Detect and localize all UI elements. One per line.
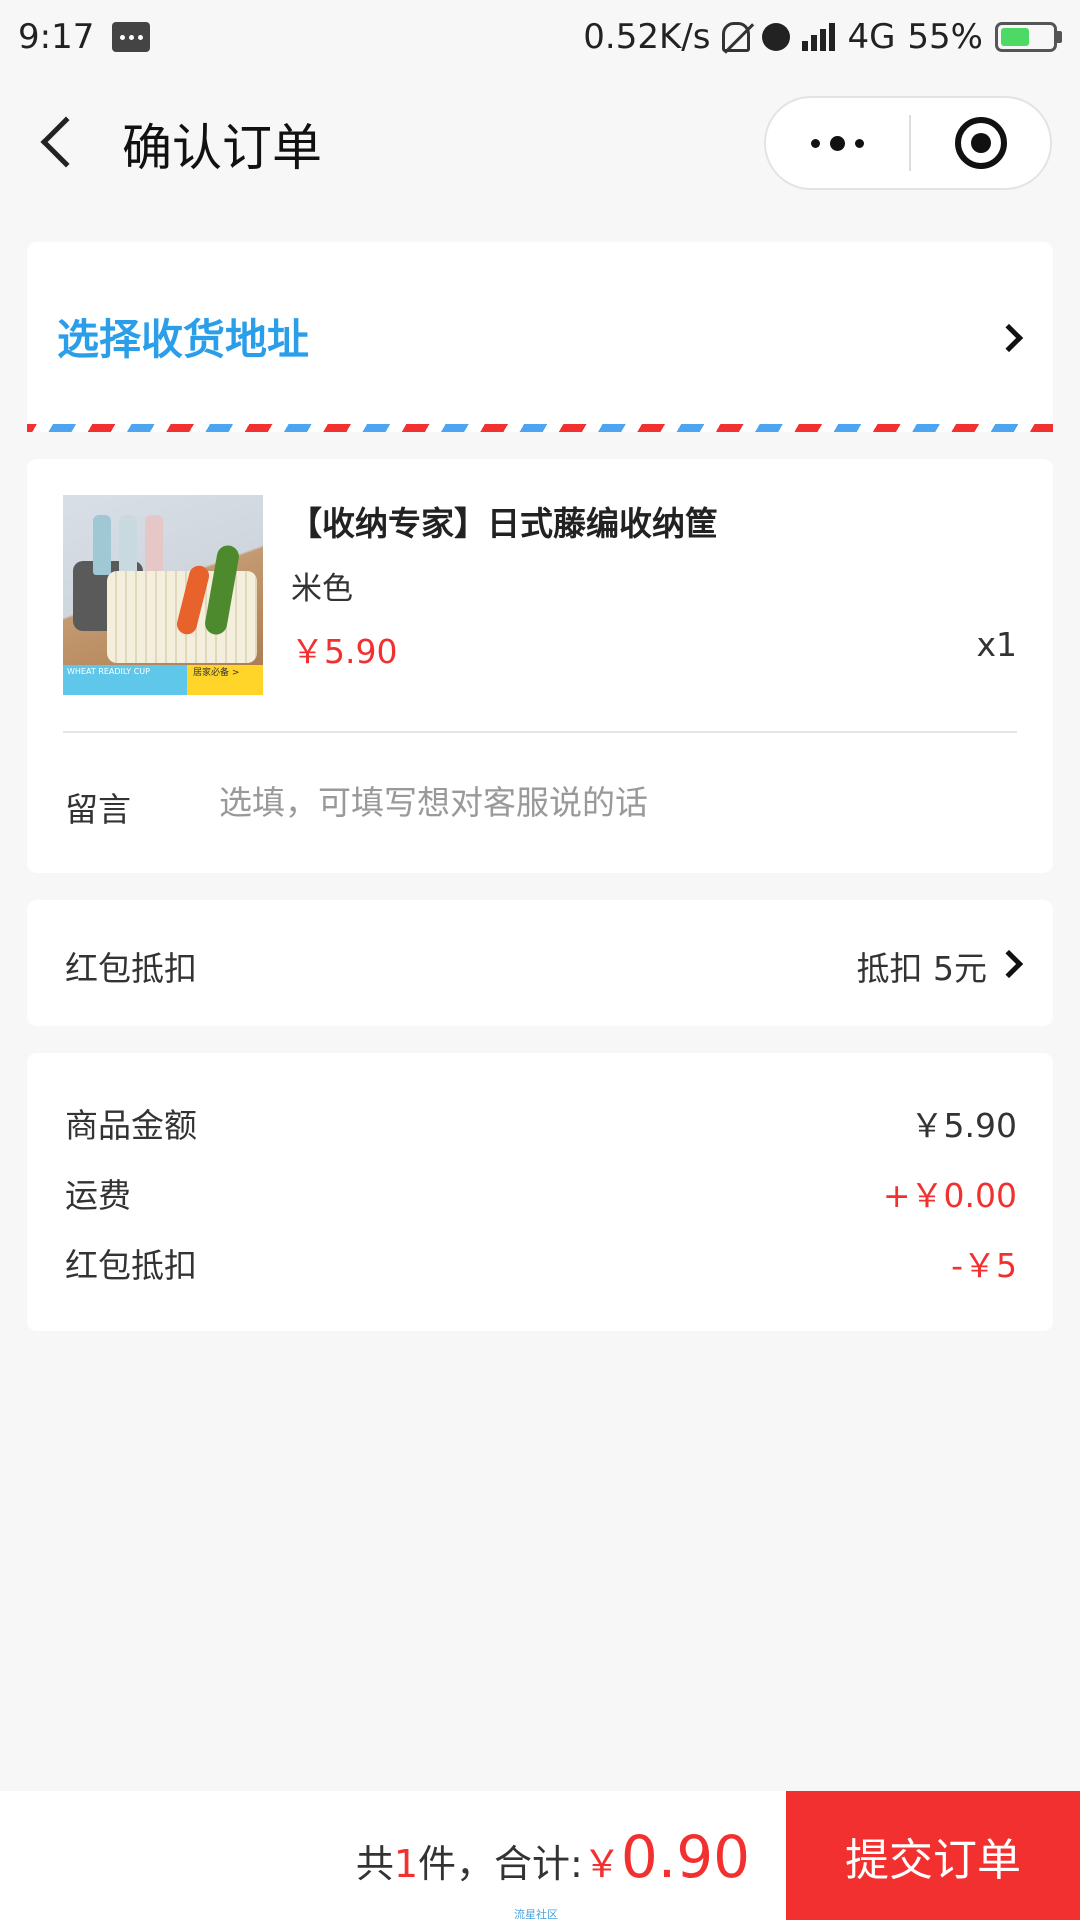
goods-card: WHEAT READILY CUP 居家必备 > 【收纳专家】日式藤编收纳筐 米… — [27, 459, 1053, 873]
message-icon — [112, 22, 151, 52]
signal-icon — [802, 23, 836, 51]
close-button[interactable] — [911, 117, 1050, 169]
total-amount: 0.90 — [620, 1823, 750, 1891]
summary-value: ￥5.90 — [910, 1106, 1017, 1145]
count-suffix: 件，合计: — [418, 1842, 583, 1886]
summary-row-coupon: 红包抵扣 -￥5 — [65, 1239, 1017, 1285]
nav-bar: 确认订单 — [0, 74, 1080, 214]
price-summary-card: 商品金额 ￥5.90 运费 +￥0.00 红包抵扣 -￥5 — [27, 1053, 1053, 1331]
checkout-bar: 共 1 件，合计: ￥ 0.90 提交订单 — [0, 1791, 1080, 1920]
watermark: 流星社区 — [514, 1908, 558, 1920]
summary-row-shipping: 运费 +￥0.00 — [65, 1169, 1017, 1215]
chevron-right-icon — [994, 949, 1024, 979]
image-banner-tag: 居家必备 > — [187, 665, 263, 695]
coupon-row[interactable]: 红包抵扣 抵扣 5元 — [27, 900, 1053, 1026]
memo-input[interactable] — [219, 769, 999, 835]
page-title: 确认订单 — [122, 119, 322, 177]
select-address-card[interactable]: 选择收货地址 — [27, 242, 1053, 432]
close-target-icon — [954, 117, 1007, 169]
image-banner-text: WHEAT READILY CUP — [63, 665, 187, 695]
item-count: 1 — [393, 1842, 419, 1886]
battery-fill — [1001, 28, 1029, 46]
count-prefix: 共 — [355, 1842, 394, 1886]
coupon-value: 抵扣 5元 — [856, 949, 988, 988]
status-time: 9:17 — [18, 17, 95, 57]
currency-symbol: ￥ — [582, 1842, 621, 1886]
summary-value: -￥5 — [951, 1246, 1017, 1285]
summary-row-goods-amount: 商品金额 ￥5.90 — [65, 1099, 1017, 1145]
coupon-label: 红包抵扣 — [65, 949, 197, 988]
summary-label: 商品金额 — [65, 1106, 197, 1145]
summary-value: +￥0.00 — [882, 1176, 1017, 1215]
battery-icon — [995, 22, 1062, 52]
summary-label: 运费 — [65, 1176, 131, 1215]
summary-label: 红包抵扣 — [65, 1246, 197, 1285]
order-total: 共 1 件，合计: ￥ 0.90 — [356, 1823, 750, 1891]
mini-program-capsule — [764, 96, 1052, 190]
mute-bell-icon — [722, 22, 751, 52]
select-address-label: 选择收货地址 — [57, 315, 310, 364]
network-speed: 0.52K/s — [583, 17, 711, 57]
product-spec: 米色 — [291, 571, 353, 607]
product-image: WHEAT READILY CUP 居家必备 > — [63, 495, 263, 695]
product-price: ￥5.90 — [291, 632, 398, 671]
airmail-border — [27, 424, 1053, 432]
back-icon[interactable] — [40, 116, 92, 168]
battery-percent: 55% — [907, 17, 983, 57]
product-quantity: x1 — [976, 625, 1017, 664]
status-bar: 9:17 0.52K/s 4G 55% — [0, 0, 1080, 74]
more-icon[interactable] — [766, 135, 909, 151]
divider — [63, 731, 1017, 733]
network-type: 4G — [847, 17, 896, 57]
submit-order-button[interactable]: 提交订单 — [786, 1791, 1080, 1920]
memo-label: 留言 — [65, 790, 131, 829]
alarm-icon — [762, 23, 791, 51]
chevron-right-icon — [994, 323, 1024, 353]
product-title: 【收纳专家】日式藤编收纳筐 — [289, 504, 718, 543]
